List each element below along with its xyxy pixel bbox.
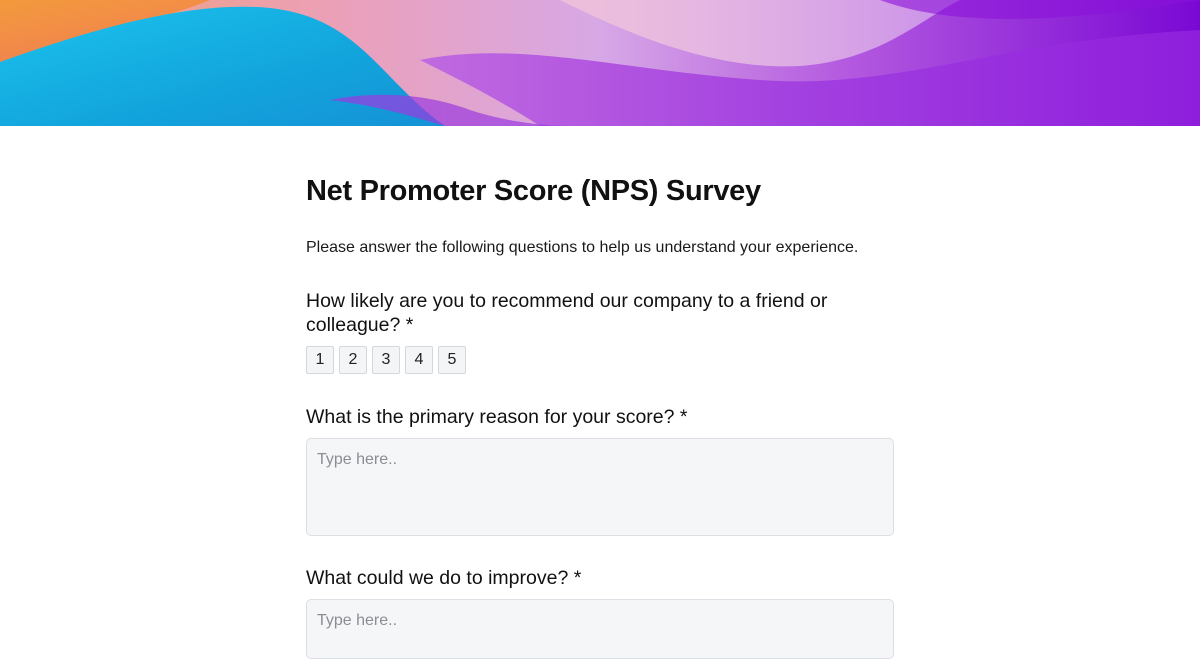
rating-option-3[interactable]: 3 [372,346,400,374]
form-title: Net Promoter Score (NPS) Survey [306,175,761,207]
improve-textarea[interactable] [306,599,894,659]
rating-option-4[interactable]: 4 [405,346,433,374]
form-intro: Please answer the following questions to… [306,239,859,256]
question-reason-label: What is the primary reason for your scor… [306,406,688,428]
rating-option-2[interactable]: 2 [339,346,367,374]
question-recommend-label: How likely are you to recommend our comp… [306,290,828,336]
question-improve-label: What could we do to improve? * [306,567,582,589]
rating-scale: 1 2 3 4 5 [306,346,466,374]
rating-option-5[interactable]: 5 [438,346,466,374]
rating-option-1[interactable]: 1 [306,346,334,374]
header-banner [0,0,1200,126]
gradient-waves-image [0,0,1200,126]
reason-textarea[interactable] [306,438,894,536]
